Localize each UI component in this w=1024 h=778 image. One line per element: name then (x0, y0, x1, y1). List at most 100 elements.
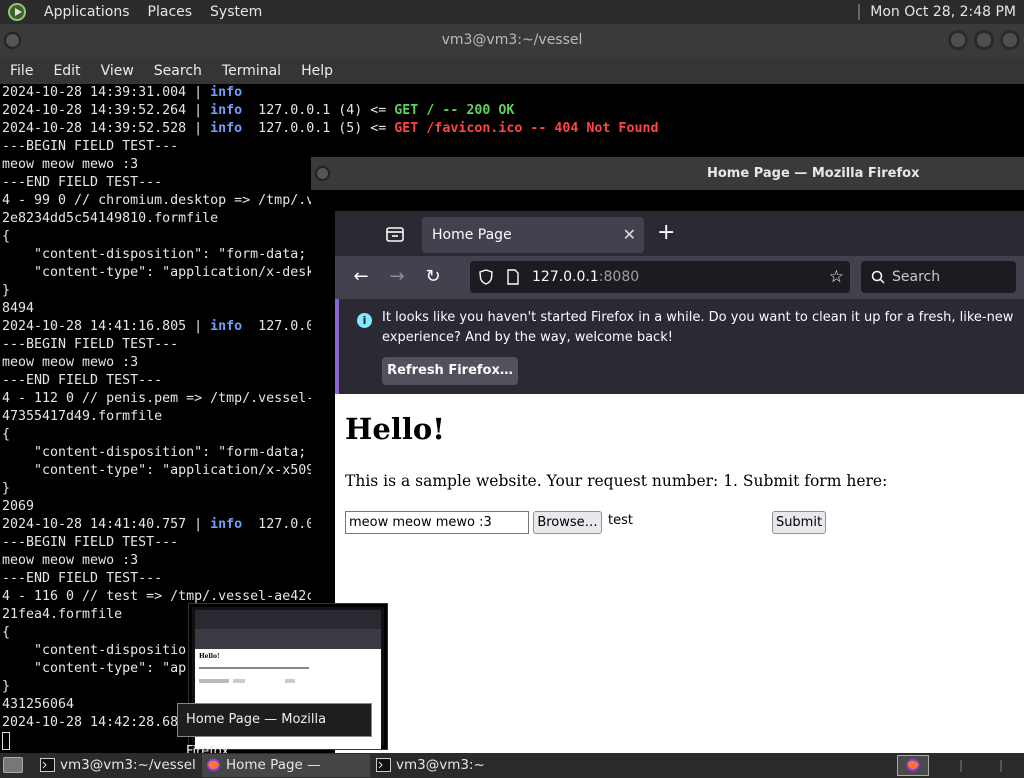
refresh-firefox-button[interactable]: Refresh Firefox… (382, 357, 518, 385)
terminal-text: ---END FIELD TEST--- (2, 571, 163, 586)
taskbar-label: vm3@vm3:~ (396, 757, 485, 773)
page-heading: Hello! (345, 412, 445, 446)
terminal-text: GET /favicon.ico -- 404 Not Found (394, 121, 659, 136)
reload-icon[interactable]: ↻ (421, 265, 445, 289)
search-placeholder: Search (892, 269, 941, 285)
terminal-text: { (2, 625, 11, 640)
preview-field (199, 679, 229, 683)
page-content: Hello! This is a sample website. Your re… (335, 394, 1024, 753)
terminal-text: 2024-10-28 14:39:31.004 | (2, 85, 211, 100)
back-arrow-icon[interactable]: ← (349, 265, 373, 289)
url-bar[interactable]: 127.0.0.1:8080 ☆ (470, 261, 850, 293)
taskbar-label: Home Page — Mozil… (226, 757, 321, 773)
taskbar-item-terminal-home[interactable]: vm3@vm3:~ (372, 754, 512, 777)
refresh-notification-bar: i It looks like you haven't started Fire… (335, 299, 1024, 394)
terminal-text: info (210, 319, 243, 334)
terminal-text: "content-type": "application/x-x509-ca (2, 463, 339, 478)
terminal-text: GET / -- 200 OK (394, 103, 515, 118)
browse-button[interactable]: Browse… (533, 511, 602, 534)
bookmark-star-icon[interactable]: ☆ (829, 261, 844, 293)
new-tab-icon[interactable]: + (657, 221, 675, 245)
menu-help[interactable]: Help (291, 63, 343, 79)
terminal-text: ---BEGIN FIELD TEST--- (2, 139, 179, 154)
search-box[interactable]: Search (861, 261, 1016, 293)
submit-button[interactable]: Submit (772, 511, 826, 534)
terminal-text: 2024-10-28 14:39:52.264 | (2, 103, 211, 118)
preview-heading: Hello! (199, 653, 220, 660)
page-icon[interactable] (506, 269, 520, 285)
bottom-panel: vm3@vm3:~/vessel Home Page — Mozil… vm3@… (0, 753, 1024, 778)
clock[interactable]: Mon Oct 28, 2:48 PM (870, 4, 1024, 20)
terminal-text: meow meow mewo :3 (2, 355, 139, 370)
search-icon (871, 270, 885, 284)
tab-title: Home Page (432, 227, 512, 243)
tab-strip: Home Page ✕ + (335, 211, 1024, 256)
terminal-text: info (210, 103, 243, 118)
terminal-menubar: File Edit View Search Terminal Help (0, 57, 1024, 84)
taskbar-label: vm3@vm3:~/vessel (60, 757, 196, 773)
terminal-text: ---BEGIN FIELD TEST--- (2, 535, 179, 550)
terminal-icon (376, 758, 391, 772)
terminal-text: info (210, 85, 243, 100)
window-menu-icon[interactable] (4, 32, 21, 49)
window-controls (948, 30, 1020, 50)
terminal-text: } (2, 481, 11, 496)
preview-notice (195, 629, 381, 649)
tab-manager-icon[interactable] (385, 224, 405, 244)
forward-arrow-icon[interactable]: → (385, 265, 409, 289)
terminal-text: "content-type": "application/x-desktop (2, 265, 339, 280)
workspace-switcher-active[interactable] (897, 755, 929, 776)
terminal-titlebar[interactable]: vm3@vm3:~/vessel (0, 24, 1024, 57)
top-panel: Applications Places System Mon Oct 28, 2… (0, 0, 1024, 24)
menu-search[interactable]: Search (144, 63, 212, 79)
taskbar-item-firefox[interactable]: Home Page — Mozil… (202, 754, 370, 777)
show-desktop-icon[interactable] (3, 757, 23, 773)
close-tab-icon[interactable]: ✕ (623, 217, 636, 253)
terminal-text: info (210, 517, 243, 532)
terminal-text: } (2, 283, 11, 298)
page-description: This is a sample website. Your request n… (345, 472, 888, 490)
menu-view[interactable]: View (91, 63, 144, 79)
menu-file[interactable]: File (0, 63, 43, 79)
terminal-text: { (2, 427, 11, 442)
firefox-icon (906, 758, 920, 772)
taskbar-item-terminal-vessel[interactable]: vm3@vm3:~/vessel (36, 754, 196, 777)
close-button[interactable] (1000, 30, 1020, 50)
terminal-text: 47355417d49.formfile (2, 409, 163, 424)
notification-message: It looks like you haven't started Firefo… (382, 310, 1014, 345)
preview-submit (285, 679, 295, 683)
text-field[interactable]: meow meow mewo :3 (345, 511, 529, 534)
menu-terminal[interactable]: Terminal (212, 63, 291, 79)
nav-bar: ← → ↻ 127.0.0.1:8080 ☆ Search (335, 256, 1024, 299)
terminal-text: 2069 (2, 499, 35, 514)
tab-home-page[interactable]: Home Page ✕ (422, 217, 644, 253)
terminal-text: "content-disposition": "form-data; nam (2, 247, 339, 262)
terminal-text: 4 - 112 0 // penis.pem => /tmp/.vessel-2… (2, 391, 339, 406)
terminal-text: 2024-10-28 14:41:16.805 | (2, 319, 211, 334)
gnome-foot-icon[interactable] (8, 3, 26, 21)
firefox-browser: Home Page ✕ + ← → ↻ 127.0.0.1:8080 ☆ Sea… (335, 211, 1024, 753)
terminal-text: 4 - 116 0 // test => /tmp/.vessel-ae42c4… (2, 589, 339, 604)
url-text: 127.0.0.1:8080 (532, 261, 639, 293)
terminal-text: { (2, 229, 11, 244)
terminal-line: 2024-10-28 14:39:31.004 | info (0, 84, 1024, 102)
system-menu[interactable]: System (210, 4, 262, 20)
menu-edit[interactable]: Edit (43, 63, 90, 79)
maximize-button[interactable] (974, 30, 994, 50)
terminal-text: 8494 (2, 301, 35, 316)
minimize-button[interactable] (948, 30, 968, 50)
terminal-line: ---BEGIN FIELD TEST--- (0, 138, 1024, 156)
terminal-text: "content-disposition": "form-data; nam (2, 445, 339, 460)
applications-menu[interactable]: Applications (44, 4, 130, 20)
firefox-titlebar[interactable]: Home Page — Mozilla Firefox (311, 157, 1024, 190)
terminal-text: } (2, 679, 11, 694)
terminal-text: 2024-10-28 14:39:52.528 | (2, 121, 211, 136)
workspace-separator (1000, 760, 1002, 772)
terminal-text: 21fea4.formfile (2, 607, 123, 622)
terminal-icon (40, 758, 55, 772)
firefox-window-title: Home Page — Mozilla Firefox (707, 166, 920, 181)
places-menu[interactable]: Places (148, 4, 193, 20)
terminal-line: 2024-10-28 14:39:52.264 | info 127.0.0.1… (0, 102, 1024, 120)
window-menu-icon[interactable] (315, 166, 330, 181)
shield-icon[interactable] (478, 269, 494, 285)
